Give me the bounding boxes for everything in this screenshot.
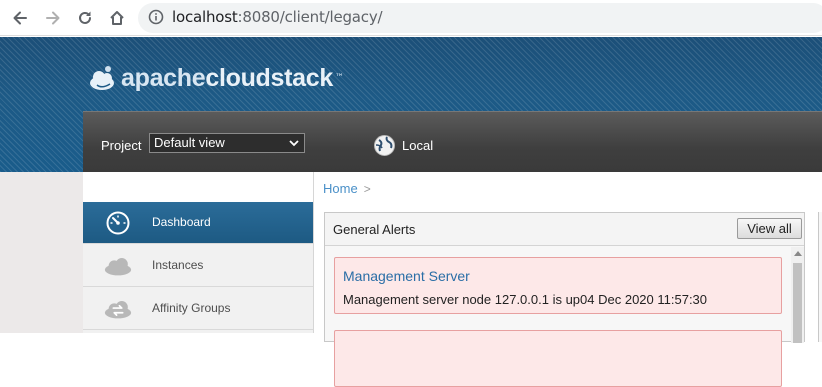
panel-title: General Alerts [333, 222, 416, 237]
adjacent-panel-edge [818, 212, 822, 342]
scrollbar-thumb[interactable] [793, 263, 802, 343]
alert-title[interactable]: Management Server [343, 268, 470, 284]
sidebar-item-instances[interactable]: Instances [83, 245, 313, 287]
globe-icon [374, 135, 395, 156]
project-toolbar: Project Default view Local [83, 111, 822, 172]
logo-text-apache: apache [121, 63, 206, 92]
info-icon[interactable] [148, 9, 164, 29]
panel-header: General Alerts View all [325, 213, 804, 246]
url-path: :8080/client/legacy/ [237, 8, 383, 26]
breadcrumb-separator: > [363, 182, 371, 196]
reload-icon[interactable] [75, 8, 95, 28]
sidebar-item-label: Instances [152, 258, 204, 272]
page-left-margin [0, 172, 83, 333]
cloudstack-logo[interactable]: apachecloudstack ™ [88, 61, 344, 95]
forward-icon[interactable] [43, 8, 63, 28]
breadcrumb-home[interactable]: Home [323, 181, 358, 196]
url-text[interactable]: localhost:8080/client/legacy/ [172, 8, 383, 26]
url-host: localhost [172, 8, 238, 26]
browser-toolbar: localhost:8080/client/legacy/ [0, 0, 822, 36]
view-all-button[interactable]: View all [737, 218, 802, 239]
main-content: Home > General Alerts View all Management… [314, 172, 822, 387]
project-label: Project [101, 138, 142, 153]
project-selected-value: Default view [154, 135, 225, 150]
sidebar-item-label: Affinity Groups [152, 301, 231, 315]
general-alerts-panel: General Alerts View all Management Serve… [324, 212, 805, 387]
alert-item[interactable]: Management Server Management server node… [334, 257, 782, 314]
zone-selector[interactable]: Local [373, 134, 433, 157]
sidebar: Dashboard Instances Affinity Groups [83, 172, 314, 333]
back-icon[interactable] [10, 8, 30, 28]
breadcrumb: Home > [323, 181, 371, 196]
sidebar-item-dashboard[interactable]: Dashboard [83, 202, 313, 244]
logo-trademark: ™ [334, 73, 344, 83]
zone-label: Local [402, 138, 434, 153]
affinity-cloud-arrows-icon [103, 295, 133, 323]
dashboard-gauge-icon [103, 209, 133, 237]
cloud-logo-icon [90, 66, 114, 90]
scroll-up-arrow-icon[interactable] [794, 251, 802, 256]
sidebar-top-spacer [83, 172, 313, 202]
alert-item[interactable] [334, 330, 782, 387]
cloud-icon [103, 252, 133, 280]
logo-text-cloudstack: cloudstack [205, 63, 333, 92]
home-icon[interactable] [107, 8, 127, 28]
alerts-scrollbar[interactable] [791, 247, 804, 343]
alert-description: Management server node 127.0.0.1 is up04… [343, 292, 708, 307]
chevron-down-icon [289, 140, 299, 147]
sidebar-item-label: Dashboard [152, 215, 211, 229]
sidebar-item-affinity-groups[interactable]: Affinity Groups [83, 288, 313, 330]
project-select[interactable]: Default view [149, 133, 305, 153]
